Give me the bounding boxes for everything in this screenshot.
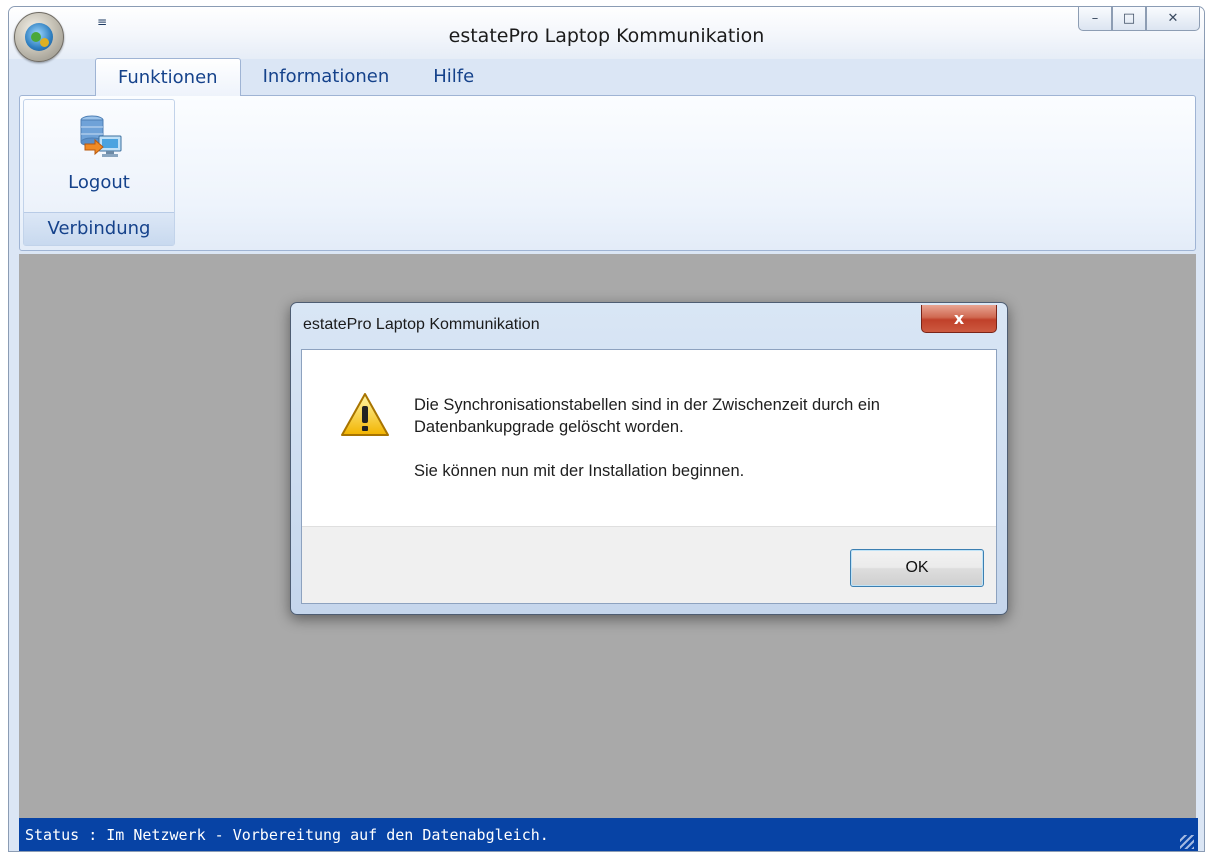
close-window-button[interactable]: ✕: [1146, 7, 1200, 31]
resize-grip-icon[interactable]: [1180, 835, 1194, 849]
status-bar: Status : Im Netzwerk - Vorbereitung auf …: [19, 818, 1198, 851]
dialog-message: Die Synchronisationstabellen sind in der…: [414, 394, 974, 482]
warning-icon: [341, 393, 389, 436]
dialog-title: estatePro Laptop Kommunikation: [303, 316, 540, 333]
ribbon-panel: Logout Verbindung: [19, 95, 1196, 251]
maximize-icon: □: [1122, 11, 1136, 26]
close-icon: ✕: [1167, 11, 1179, 26]
app-menu-button[interactable]: [14, 12, 64, 62]
window-title: estatePro Laptop Kommunikation: [448, 25, 765, 47]
app-logo-icon: [25, 23, 53, 51]
logout-label: Logout: [68, 172, 130, 193]
database-computer-icon: [80, 115, 122, 157]
ribbon-group-verbindung: Logout Verbindung: [23, 99, 175, 246]
ribbon-group-label: Verbindung: [24, 212, 174, 245]
close-icon: x: [953, 309, 965, 328]
message-line: Sie können nun mit der Installation begi…: [414, 462, 745, 480]
message-dialog: estatePro Laptop Kommunikation x Die Syn…: [290, 302, 1008, 615]
dialog-close-button[interactable]: x: [921, 305, 997, 333]
dialog-footer: OK: [302, 526, 996, 603]
ribbon-tabs: Funktionen Informationen Hilfe: [95, 58, 496, 96]
message-line: Datenbankupgrade gelöscht worden.: [414, 418, 684, 436]
app-logo-yellow-dot: [40, 38, 49, 47]
dialog-client-area: Die Synchronisationstabellen sind in der…: [301, 349, 997, 604]
tab-informationen[interactable]: Informationen: [241, 58, 412, 96]
ok-button[interactable]: OK: [850, 549, 984, 587]
tab-funktionen[interactable]: Funktionen: [95, 58, 241, 96]
caption-buttons: – □ ✕: [1078, 7, 1200, 31]
maximize-button[interactable]: □: [1112, 7, 1146, 31]
minimize-button[interactable]: –: [1078, 7, 1112, 31]
minimize-icon: –: [1091, 11, 1099, 26]
dialog-body: Die Synchronisationstabellen sind in der…: [302, 350, 996, 526]
tab-hilfe[interactable]: Hilfe: [411, 58, 496, 96]
title-bar[interactable]: ≡ estatePro Laptop Kommunikation – □ ✕: [9, 7, 1204, 59]
message-line: Die Synchronisationstabellen sind in der…: [414, 396, 880, 414]
logout-button[interactable]: Logout: [24, 106, 174, 206]
status-text: Status : Im Netzwerk - Vorbereitung auf …: [25, 826, 549, 844]
